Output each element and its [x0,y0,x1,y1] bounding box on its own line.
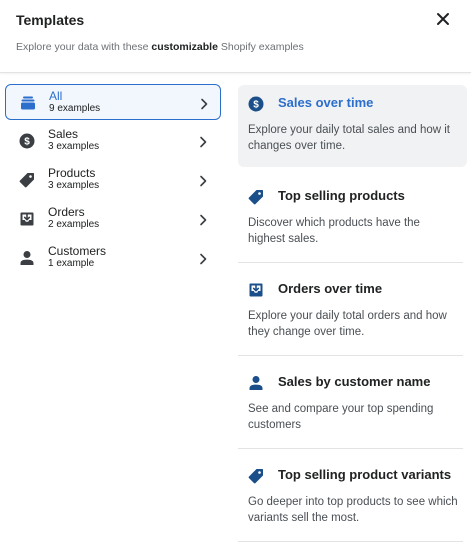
sidebar-item-all[interactable]: All 9 examples [5,84,221,120]
category-name: Orders [48,205,85,219]
person-icon [19,250,35,266]
category-count: 1 example [48,258,95,269]
tag-icon [248,189,264,205]
template-title: Top selling product variants [278,467,452,482]
template-description: Explore your daily total sales and how i… [248,124,450,152]
tag-icon [19,172,35,188]
category-count: 3 examples [48,180,100,191]
template-title: Sales by customer name [278,374,431,389]
card-divider [238,355,463,356]
template-card[interactable]: Orders over time Explore your daily tota… [238,271,467,353]
chevron-right-icon [198,135,208,148]
template-description: Discover which products have the highest… [248,217,420,245]
sidebar-item-products[interactable]: Products 3 examples [5,162,221,198]
inbox-icon [248,282,264,298]
tag-icon [248,468,264,484]
template-card[interactable]: Sales by customer name See and compare y… [238,364,467,446]
category-name: Sales [48,127,79,141]
chevron-right-icon [198,174,208,187]
template-title: Orders over time [278,281,383,296]
category-count: 2 examples [48,219,100,230]
category-count: 9 examples [49,103,101,114]
category-name: Products [48,166,96,180]
template-description: See and compare your top spending custom… [248,403,434,431]
svg-text:$: $ [253,100,259,111]
template-description: Go deeper into top products to see which… [248,496,458,524]
modal-header: Templates Explore your data with these c… [0,0,471,73]
card-divider [238,448,463,449]
card-divider [238,541,463,542]
dollar-icon: $ [19,133,35,149]
template-title: Sales over time [278,95,374,110]
template-description: Explore your daily total orders and how … [248,310,447,338]
sidebar-item-orders[interactable]: Orders 2 examples [5,201,221,237]
template-title: Top selling products [278,188,405,203]
modal-subtitle: Explore your data with these customizabl… [16,41,304,53]
chevron-right-icon [198,252,208,265]
category-name: All [49,89,63,103]
sidebar-item-sales[interactable]: $ Sales 3 examples [5,123,221,159]
chevron-right-icon [199,97,209,110]
template-card[interactable]: $ Sales over time Explore your daily tot… [238,85,467,167]
close-icon [437,13,449,25]
person-icon [248,375,264,391]
card-divider [238,262,463,263]
modal-title: Templates [16,12,85,28]
category-name: Customers [48,244,107,258]
svg-text:$: $ [24,137,30,148]
all-icon [20,95,36,111]
category-count: 3 examples [48,141,100,152]
template-card[interactable]: Top selling product variants Go deeper i… [238,457,467,539]
close-button[interactable] [432,8,454,30]
dollar-icon: $ [248,96,264,112]
sidebar-item-customers[interactable]: Customers 1 example [5,240,221,276]
template-card[interactable]: Top selling products Discover which prod… [238,178,467,260]
inbox-icon [19,211,35,227]
chevron-right-icon [198,213,208,226]
